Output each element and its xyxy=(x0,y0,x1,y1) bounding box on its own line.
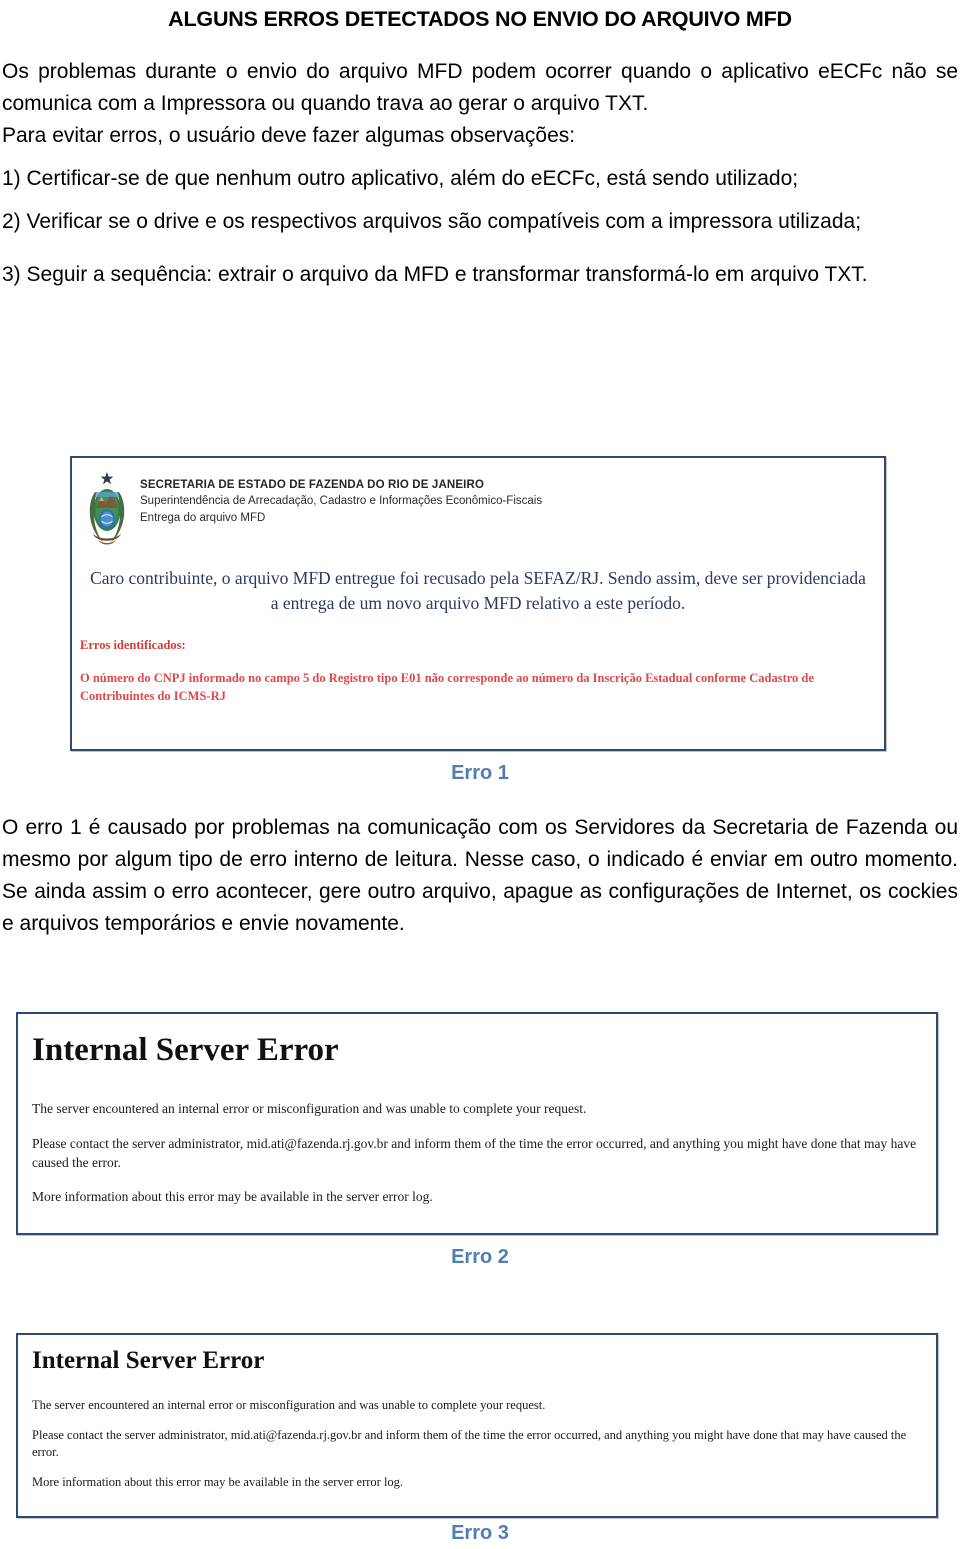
observation-item-3: 3) Seguir a sequência: extrair o arquivo… xyxy=(2,263,868,287)
ise-line-1: The server encountered an internal error… xyxy=(32,1397,546,1412)
rio-de-janeiro-coat-of-arms-icon xyxy=(89,472,125,545)
intro-paragraph-2: Para evitar erros, o usuário deve fazer … xyxy=(2,123,576,147)
sefaz-section-line: Entrega do arquivo MFD xyxy=(140,512,266,524)
figure-internal-server-error-1: Internal Server Error The server encount… xyxy=(16,1012,938,1235)
figure-caption-erro-2: Erro 2 xyxy=(451,1246,509,1268)
ise-line-3: More information about this error may be… xyxy=(32,1189,433,1205)
ise-heading: Internal Server Error xyxy=(32,1032,339,1068)
figure-internal-server-error-2: Internal Server Error The server encount… xyxy=(16,1333,938,1518)
figure-caption-erro-1: Erro 1 xyxy=(451,762,509,784)
sefaz-header: SECRETARIA DE ESTADO DE FAZENDA DO RIO D… xyxy=(72,458,884,548)
ise-line-2: Please contact the server administrator,… xyxy=(32,1427,907,1459)
intro-paragraph: Os problemas durante o envio do arquivo … xyxy=(2,59,958,115)
ise-heading: Internal Server Error xyxy=(32,1347,265,1374)
ise-line-2: Please contact the server administrator,… xyxy=(32,1135,917,1170)
observation-item-2: 2) Verificar se o drive e os respectivos… xyxy=(2,209,862,233)
ise-line-3: More information about this error may be… xyxy=(32,1475,404,1490)
intro-text-block: Os problemas durante o envio do arquivo … xyxy=(0,56,960,291)
erro1-explanation: O erro 1 é causado por problemas na comu… xyxy=(2,816,958,935)
sefaz-title-line: SECRETARIA DE ESTADO DE FAZENDA DO RIO D… xyxy=(140,479,485,491)
sefaz-error-detail: O número do CNPJ informado no campo 5 do… xyxy=(80,670,814,704)
observation-item-1: 1) Certificar-se de que nenhum outro apl… xyxy=(2,166,799,190)
sefaz-rejection-message: Caro contribuinte, o arquivo MFD entregu… xyxy=(90,568,866,613)
ise-content: Internal Server Error The server encount… xyxy=(18,1335,936,1492)
erro1-explanation-block: O erro 1 é causado por problemas na comu… xyxy=(0,812,960,940)
document-page: ALGUNS ERROS DETECTADOS NO ENVIO DO ARQU… xyxy=(0,0,960,1549)
page-title: ALGUNS ERROS DETECTADOS NO ENVIO DO ARQU… xyxy=(168,7,792,31)
ise-line-1: The server encountered an internal error… xyxy=(32,1101,587,1117)
sefaz-errors-label: Erros identificados: xyxy=(80,637,186,652)
sefaz-header-text: SECRETARIA DE ESTADO DE FAZENDA DO RIO D… xyxy=(140,470,542,527)
ise-content: Internal Server Error The server encount… xyxy=(18,1014,936,1207)
figure-sefaz-rejection: SECRETARIA DE ESTADO DE FAZENDA DO RIO D… xyxy=(70,456,886,751)
figure-caption-erro-3: Erro 3 xyxy=(451,1522,509,1544)
sefaz-subtitle-line: Superintendência de Arrecadação, Cadastr… xyxy=(140,495,543,508)
